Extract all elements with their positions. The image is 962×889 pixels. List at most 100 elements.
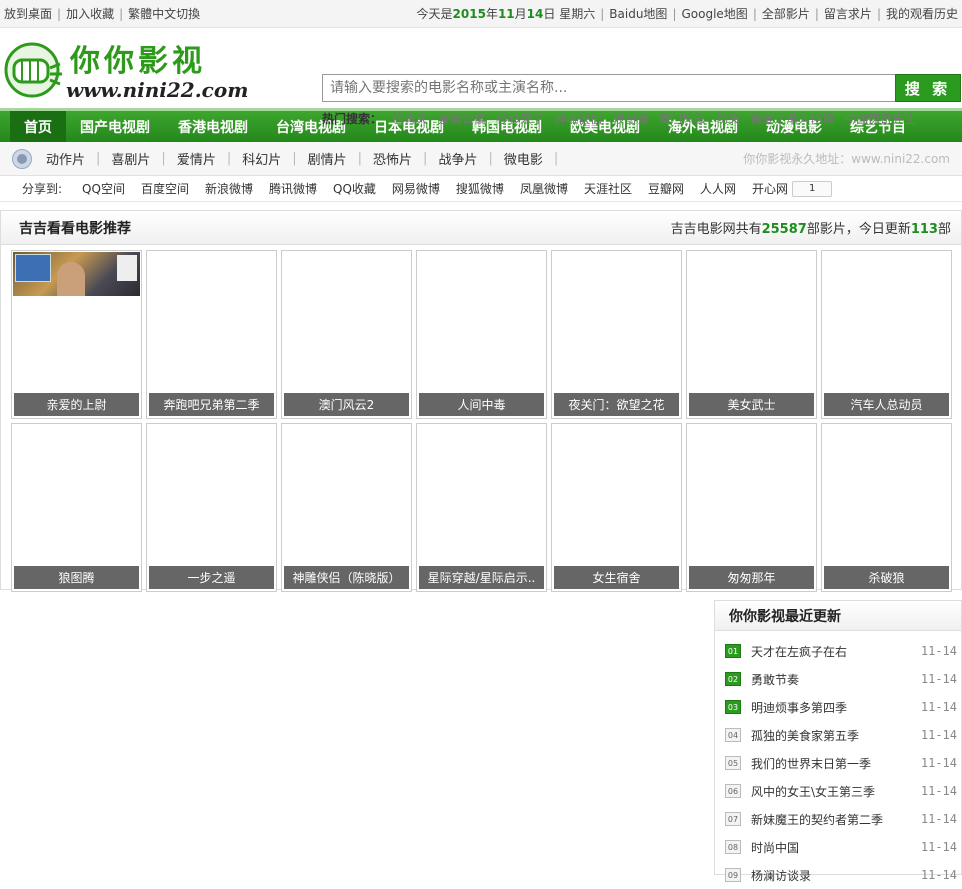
update-title[interactable]: 杨澜访谈录 bbox=[751, 867, 811, 884]
fist-logo-icon bbox=[4, 42, 62, 98]
movie-card[interactable]: 美女武士 bbox=[686, 250, 817, 419]
rank-badge: 03 bbox=[725, 700, 741, 714]
list-item[interactable]: 01 天才在左疯子在右 11-14 bbox=[715, 637, 961, 665]
update-title[interactable]: 我们的世界末日第一季 bbox=[751, 755, 871, 772]
movie-card[interactable]: 夜关门：欲望之花 bbox=[551, 250, 682, 419]
share-sohu-weibo[interactable]: 搜狐微博 bbox=[456, 180, 504, 197]
search-button[interactable]: 搜 索 bbox=[895, 74, 961, 102]
movie-card[interactable]: 星际穿越/星际启示.. bbox=[416, 423, 547, 592]
update-title[interactable]: 孤独的美食家第五季 bbox=[751, 727, 859, 744]
movie-title[interactable]: 亲爱的上尉 bbox=[14, 393, 139, 416]
all-movies-link[interactable]: 全部影片 bbox=[762, 5, 810, 22]
list-item[interactable]: 06 风中的女王\女王第三季 11-14 bbox=[715, 777, 961, 805]
movie-card[interactable]: 匆匆那年 bbox=[686, 423, 817, 592]
category-drama[interactable]: 剧情片 bbox=[302, 149, 353, 168]
separator: | bbox=[226, 151, 232, 166]
update-date: 11-14 bbox=[920, 784, 957, 798]
category-action[interactable]: 动作片 bbox=[40, 149, 91, 168]
hot-keyword[interactable]: 澳门风云 bbox=[658, 110, 706, 127]
share-qq-favorite[interactable]: QQ收藏 bbox=[333, 180, 376, 197]
list-item[interactable]: 07 新妹魔王的契约者第二季 11-14 bbox=[715, 805, 961, 833]
movie-card[interactable]: 神雕侠侣（陈晓版） bbox=[281, 423, 412, 592]
add-to-desktop-link[interactable]: 放到桌面 bbox=[4, 5, 52, 22]
share-sina-weibo[interactable]: 新浪微博 bbox=[205, 180, 253, 197]
watch-history-link[interactable]: 我的观看历史 bbox=[886, 5, 958, 22]
hot-keyword[interactable]: 爱情公寓 bbox=[438, 110, 486, 127]
add-favorite-link[interactable]: 加入收藏 bbox=[66, 5, 114, 22]
update-title[interactable]: 时尚中国 bbox=[751, 839, 799, 856]
update-title[interactable]: 明迪烦事多第四季 bbox=[751, 699, 847, 716]
movie-title[interactable]: 夜关门：欲望之花 bbox=[554, 393, 679, 416]
hot-keyword[interactable]: 功夫 bbox=[716, 110, 740, 127]
movie-title[interactable]: 神雕侠侣（陈晓版） bbox=[284, 566, 409, 589]
movie-card[interactable]: 一步之遥 bbox=[146, 423, 277, 592]
movie-card[interactable]: 杀破狼 bbox=[821, 423, 952, 592]
nav-item-home[interactable]: 首页 bbox=[10, 111, 66, 142]
movie-title[interactable]: 女生宿舍 bbox=[554, 566, 679, 589]
category-micro-film[interactable]: 微电影 bbox=[498, 149, 549, 168]
category-scifi[interactable]: 科幻片 bbox=[236, 149, 287, 168]
rank-badge: 06 bbox=[725, 784, 741, 798]
update-title[interactable]: 新妹魔王的契约者第二季 bbox=[751, 811, 883, 828]
category-romance[interactable]: 爱情片 bbox=[171, 149, 222, 168]
movie-card[interactable]: 女生宿舍 bbox=[551, 423, 682, 592]
movie-title[interactable]: 星际穿越/星际启示.. bbox=[419, 566, 544, 589]
movie-card[interactable]: 人间中毒 bbox=[416, 250, 547, 419]
site-logo[interactable]: 你你影视 www.nini22.com bbox=[2, 34, 248, 104]
hot-keyword[interactable]: 狼图腾 bbox=[612, 110, 648, 127]
rank-badge: 09 bbox=[725, 868, 741, 882]
share-renren[interactable]: 人人网 bbox=[700, 180, 736, 197]
google-map-link[interactable]: Google地图 bbox=[681, 5, 747, 22]
movie-title[interactable]: 狼图腾 bbox=[14, 566, 139, 589]
movie-title[interactable]: 澳门风云2 bbox=[284, 393, 409, 416]
list-item[interactable]: 03 明迪烦事多第四季 11-14 bbox=[715, 693, 961, 721]
stat-prefix: 吉吉电影网共有 bbox=[670, 222, 762, 237]
movie-title[interactable]: 美女武士 bbox=[689, 393, 814, 416]
nav-item-hongkong-tv[interactable]: 香港电视剧 bbox=[164, 111, 262, 142]
list-item[interactable]: 08 时尚中国 11-14 bbox=[715, 833, 961, 861]
category-war[interactable]: 战争片 bbox=[432, 149, 483, 168]
month-unit: 月 bbox=[514, 7, 527, 21]
list-item[interactable]: 02 勇敢节奏 11-14 bbox=[715, 665, 961, 693]
movie-title[interactable]: 奔跑吧兄弟第二季 bbox=[149, 393, 274, 416]
movie-title[interactable]: 汽车人总动员 bbox=[824, 393, 949, 416]
share-tianya[interactable]: 天涯社区 bbox=[584, 180, 632, 197]
share-douban[interactable]: 豆瓣网 bbox=[648, 180, 684, 197]
movie-card[interactable]: 狼图腾 bbox=[11, 423, 142, 592]
category-comedy[interactable]: 喜剧片 bbox=[105, 149, 156, 168]
hot-keyword[interactable]: 微爱之渐入佳境 bbox=[750, 110, 834, 127]
movie-title[interactable]: 匆匆那年 bbox=[689, 566, 814, 589]
movie-title[interactable]: 杀破狼 bbox=[824, 566, 949, 589]
movie-card[interactable]: 汽车人总动员 bbox=[821, 250, 952, 419]
share-qzone[interactable]: QQ空间 bbox=[82, 180, 125, 197]
hot-keyword[interactable]: 包青天 bbox=[392, 110, 428, 127]
list-item[interactable]: 04 孤独的美食家第五季 11-14 bbox=[715, 721, 961, 749]
movie-card[interactable]: 奔跑吧兄弟第二季 bbox=[146, 250, 277, 419]
share-baidu[interactable]: 百度空间 bbox=[141, 180, 189, 197]
movie-title[interactable]: 一步之遥 bbox=[149, 566, 274, 589]
share-ifeng-weibo[interactable]: 凤凰微博 bbox=[520, 180, 568, 197]
hot-keyword[interactable]: 神雕侠侣 bbox=[554, 110, 602, 127]
hot-keyword[interactable]: 杉杉来了 bbox=[496, 110, 544, 127]
separator: | bbox=[96, 151, 101, 166]
search-input[interactable] bbox=[323, 75, 896, 101]
list-item[interactable]: 05 我们的世界末日第一季 11-14 bbox=[715, 749, 961, 777]
movie-poster[interactable] bbox=[13, 252, 140, 296]
baidu-map-link[interactable]: Baidu地图 bbox=[609, 5, 667, 22]
update-title[interactable]: 天才在左疯子在右 bbox=[751, 643, 847, 660]
category-horror[interactable]: 恐怖片 bbox=[367, 149, 418, 168]
movie-card[interactable]: 亲爱的上尉 bbox=[11, 250, 142, 419]
list-item[interactable]: 09 杨澜访谈录 11-14 bbox=[715, 861, 961, 889]
movie-title[interactable]: 人间中毒 bbox=[419, 393, 544, 416]
hot-keyword[interactable]: 中国惊奇先生 bbox=[844, 110, 916, 127]
movie-card[interactable]: 澳门风云2 bbox=[281, 250, 412, 419]
update-title[interactable]: 风中的女王\女王第三季 bbox=[751, 783, 875, 800]
update-title[interactable]: 勇敢节奏 bbox=[751, 671, 799, 688]
share-netease-weibo[interactable]: 网易微博 bbox=[392, 180, 440, 197]
category-nav: 动作片 | 喜剧片 | 爱情片 | 科幻片 | 剧情片 | 恐怖片 | 战争片 | 微电影 | … bbox=[0, 142, 962, 176]
nav-item-domestic-tv[interactable]: 国产电视剧 bbox=[66, 111, 164, 142]
traditional-chinese-toggle[interactable]: 繁體中文切換 bbox=[128, 5, 200, 22]
share-tencent-weibo[interactable]: 腾讯微博 bbox=[269, 180, 317, 197]
share-kaixin[interactable]: 开心网 bbox=[752, 180, 788, 197]
request-movie-link[interactable]: 留言求片 bbox=[824, 5, 872, 22]
